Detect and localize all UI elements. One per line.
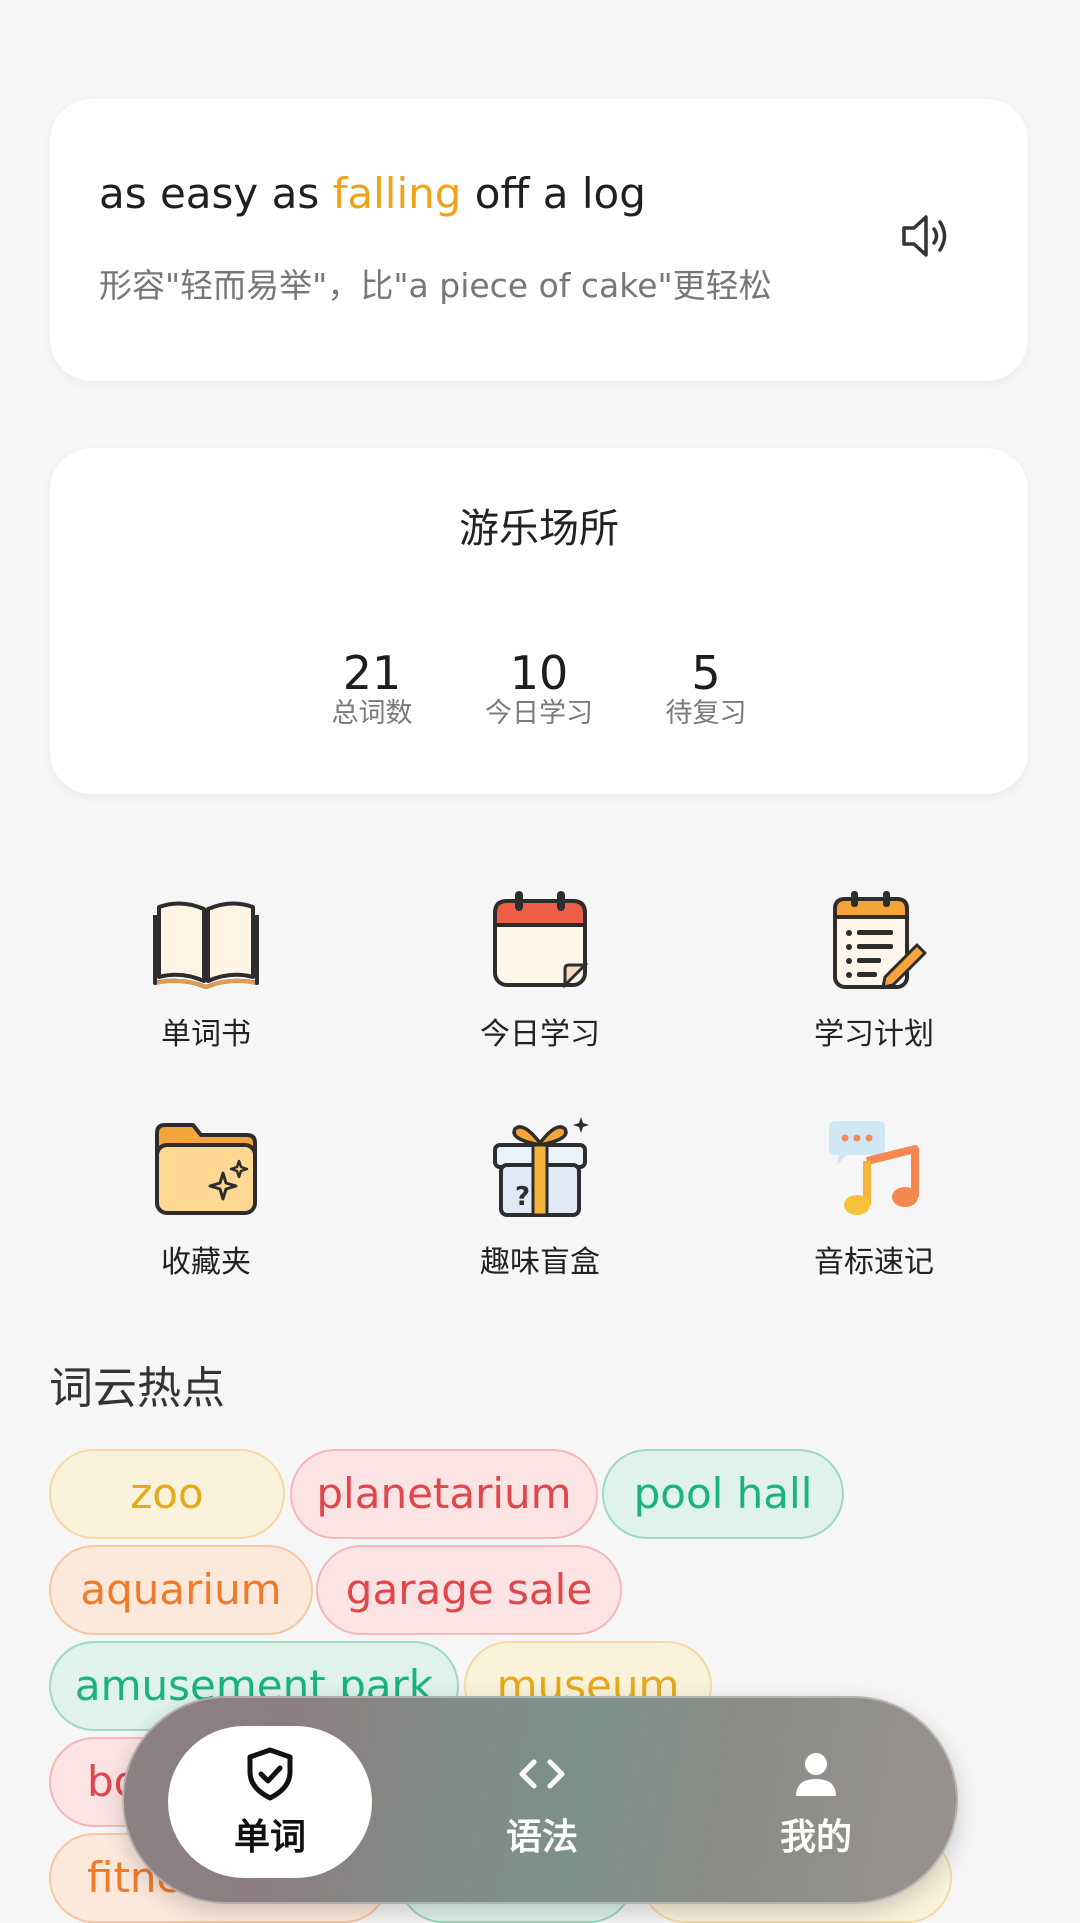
word-chip[interactable]: zoo: [49, 1449, 285, 1539]
book-icon: [151, 885, 261, 995]
user-icon: [788, 1746, 844, 1802]
tab-label: 单词: [233, 1817, 306, 1858]
feature-label: 今日学习: [480, 1017, 600, 1052]
phrase-highlight: falling: [332, 169, 462, 218]
tab-mine[interactable]: 我的: [714, 1726, 918, 1878]
stat-value: 5: [691, 646, 721, 700]
stat-value: 10: [509, 646, 569, 700]
stat-to-review: 5 待复习: [626, 648, 786, 730]
bottom-nav: 单词 语法 我的: [122, 1696, 958, 1904]
feature-phonetics[interactable]: 音标速记: [774, 1113, 974, 1281]
phrase-meaning: 形容"轻而易举"，比"a piece of cake"更轻松: [99, 266, 772, 305]
svg-text:?: ?: [515, 1182, 530, 1212]
phrase-text: as easy as falling off a log: [99, 169, 646, 218]
word-chip[interactable]: pool hall: [602, 1449, 844, 1539]
feature-wordbook[interactable]: 单词书: [106, 885, 306, 1053]
tab-label: 我的: [779, 1817, 852, 1858]
word-cloud-title: 词云热点: [49, 1363, 225, 1414]
stat-label: 待复习: [665, 698, 747, 729]
word-chip[interactable]: planetarium: [290, 1449, 598, 1539]
phrase-card[interactable]: as easy as falling off a log 形容"轻而易举"，比"…: [50, 99, 1028, 381]
music-note-icon: [819, 1113, 929, 1223]
feature-favorites[interactable]: 收藏夹: [106, 1113, 306, 1281]
feature-label: 趣味盲盒: [480, 1245, 600, 1280]
category-card[interactable]: 游乐场所 21 总词数 10 今日学习 5 待复习: [50, 448, 1028, 794]
feature-label: 单词书: [161, 1017, 251, 1052]
stat-total-words: 21 总词数: [292, 648, 452, 730]
stat-label: 今日学习: [485, 698, 593, 729]
feature-label: 收藏夹: [161, 1245, 251, 1280]
code-brackets-icon: [514, 1746, 570, 1802]
stat-value: 21: [342, 646, 402, 700]
gift-box-icon: ?: [485, 1113, 595, 1223]
category-title: 游乐场所: [459, 506, 619, 552]
phrase-after: off a log: [461, 169, 646, 218]
folder-icon: [151, 1113, 261, 1223]
word-chip[interactable]: garage sale: [316, 1545, 622, 1635]
feature-study-plan[interactable]: 学习计划: [774, 885, 974, 1053]
tab-words[interactable]: 单词: [168, 1726, 372, 1878]
feature-blind-box[interactable]: ? 趣味盲盒: [440, 1113, 640, 1281]
stat-today-learning: 10 今日学习: [459, 648, 619, 730]
feature-label: 音标速记: [814, 1245, 934, 1280]
feature-today-learning[interactable]: 今日学习: [440, 885, 640, 1053]
tab-grammar[interactable]: 语法: [440, 1726, 644, 1878]
shield-check-icon: [242, 1746, 298, 1802]
feature-label: 学习计划: [814, 1017, 934, 1052]
plan-notepad-icon: [819, 885, 929, 995]
stat-label: 总词数: [331, 698, 413, 729]
phrase-before: as easy as: [99, 169, 333, 218]
speaker-icon[interactable]: [898, 209, 952, 263]
calendar-icon: [485, 885, 595, 995]
tab-label: 语法: [505, 1817, 578, 1858]
word-chip[interactable]: aquarium: [49, 1545, 313, 1635]
